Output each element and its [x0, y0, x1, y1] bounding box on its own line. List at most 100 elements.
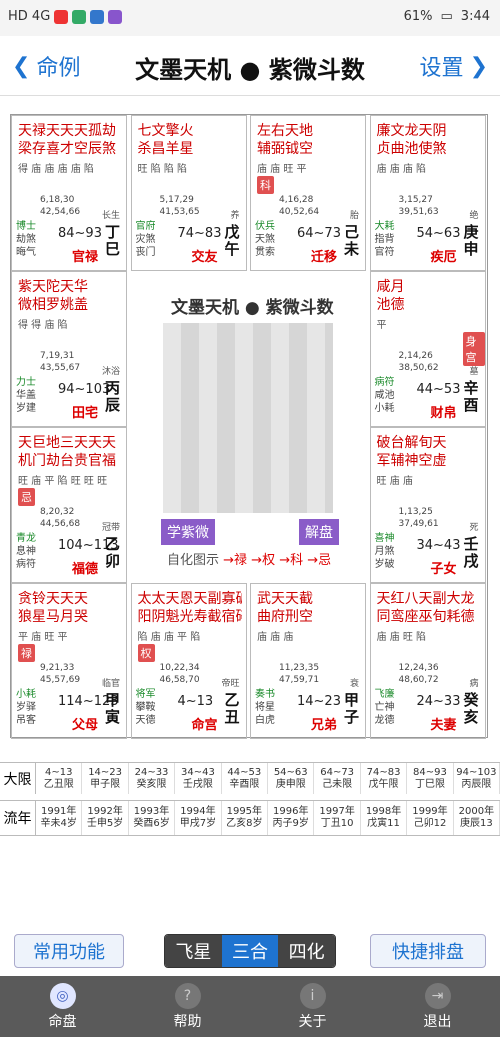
tab-feixing[interactable]: 飞星	[165, 935, 222, 967]
liunian-item[interactable]: 1991年 辛未4岁	[36, 801, 83, 835]
life-stage: 绝	[469, 211, 479, 221]
toolbar: 常用功能 飞星 三合 四化 快捷排盘	[0, 926, 500, 976]
tab-sihua[interactable]: 四化	[278, 935, 335, 967]
minor-stars: 博士 劫煞 晦气	[16, 221, 36, 258]
star-ranks: 旺 庙 平 陷 旺 旺 旺	[18, 476, 108, 487]
palace-cell[interactable]: 廉文龙天阴 贞曲池使煞庙 庙 庙 陷 3,15,27 39,51,63 绝大耗 指背 官符 5…	[369, 115, 486, 271]
nav-chart[interactable]: ◎ 命盘	[0, 976, 125, 1037]
daxian-item[interactable]: 64~73 己未限	[314, 763, 361, 794]
age-list: 9,21,33 45,57,69	[40, 663, 81, 685]
daxian-item[interactable]: 54~63 庚申限	[268, 763, 315, 794]
life-stage: 墓	[469, 367, 479, 377]
info-icon: i	[299, 982, 326, 1009]
palace-name: 兄弟	[310, 718, 337, 733]
liunian-item[interactable]: 2000年 庚辰13	[454, 801, 500, 835]
interpret-button[interactable]: 解盘	[299, 519, 339, 545]
liunian-item[interactable]: 1998年 戊寅11	[361, 801, 408, 835]
decade-range: 54~63	[416, 226, 461, 241]
minor-stars: 大耗 指背 官符	[374, 221, 395, 258]
daxian-item[interactable]: 34~43 壬戌限	[175, 763, 222, 794]
daxian-item[interactable]: 44~53 辛酉限	[222, 763, 269, 794]
palace-cell[interactable]: 太太天恩天副寡破天阳阴魁光寿截宿碎德陷 庙 庙 平 陷权10,22,3446,5…	[130, 583, 247, 739]
age-list: 1,13,25 37,49,61	[398, 507, 439, 529]
star-ranks: 旺 庙 庙	[376, 476, 413, 487]
life-stage: 临官	[101, 679, 120, 689]
nav-help[interactable]: ? 帮助	[125, 976, 250, 1037]
star-ranks: 庙 庙 旺 平	[257, 164, 307, 175]
minor-stars: 将军 攀鞍 天德	[135, 689, 156, 726]
star-ranks: 庙 庙 庙 陷	[376, 164, 427, 175]
life-stage: 病	[469, 679, 479, 689]
palace-name: 财帛	[430, 406, 457, 421]
chart-icon: ◎	[49, 982, 76, 1009]
chart-frame: 天禄天天天孤劫 梁存喜才空辰煞得 庙 庙 庙 庙 陷 6,18,30 42,54,66…	[10, 114, 488, 739]
star-ranks: 得 得 庙 陷	[18, 320, 68, 331]
palace-cell[interactable]: 天禄天天天孤劫 梁存喜才空辰煞得 庙 庙 庙 庙 陷 6,18,30 42,54,66…	[11, 115, 127, 271]
palace-cell[interactable]: 左右天地 辅弼钺空庙 庙 旺 平科 4,16,28 40,52,64 胎伏兵 天煞 贯索 64…	[250, 115, 366, 271]
daxian-item[interactable]: 4~13 乙丑限	[36, 763, 83, 794]
age-list: 12,24,36 48,60,72	[398, 663, 439, 685]
palace-cell[interactable]: 咸月 池德平身宫 2,14,26 38,50,62 墓病符 咸池 小耗 44~53 辛酉 财帛	[369, 271, 486, 427]
liunian-row: 流年 1991年 辛未4岁 1992年 壬申5岁 1993年 癸酉6岁 1994年 甲戌7岁 1…	[0, 800, 500, 836]
minor-stars: 小耗 岁驿 吊客	[16, 689, 36, 726]
ganzhi: 丁巳	[104, 223, 120, 258]
life-stage: 冠带	[101, 523, 120, 533]
daxian-label: 大限	[0, 763, 36, 794]
palace-name: 迁移	[310, 250, 337, 265]
age-list: 2,14,26 38,50,62	[398, 351, 439, 373]
nav-about[interactable]: i 关于	[250, 976, 375, 1037]
hua-tag: 忌	[18, 488, 35, 506]
palace-cell[interactable]: 紫天陀天华 微相罗姚盖得 得 庙 陷 7,19,31 43,55,67 沐浴 力士 华盖 岁建…	[11, 271, 127, 427]
battery-icon: ▭	[440, 9, 453, 24]
daxian-item[interactable]: 74~83 戊午限	[361, 763, 408, 794]
daxian-item[interactable]: 24~33 癸亥限	[129, 763, 176, 794]
ganzhi: 壬戌	[463, 535, 479, 570]
app-icon	[108, 9, 123, 24]
palace-cell[interactable]: 破台解旬天 军辅神空虚旺 庙 庙 1,13,25 37,49,61 死喜神 月煞 岁破 34~…	[369, 427, 486, 583]
liunian-item[interactable]: 1993年 癸酉6岁	[129, 801, 176, 835]
liunian-item[interactable]: 1999年 己卯12	[407, 801, 454, 835]
palace-cell[interactable]: 天红八天副大龙 同鸾座巫旬耗德庙 庙 旺 陷 12,24,36 48,60,72 病飞廉…	[369, 583, 486, 739]
palace-name: 命宫	[191, 718, 218, 733]
daxian-item[interactable]: 84~93 丁巳限	[407, 763, 454, 794]
common-functions-button[interactable]: 常用功能	[14, 934, 124, 968]
decade-range: 14~23	[297, 694, 341, 709]
header: ❮ 命例 文墨天机 ● 紫微斗数 设置 ❯	[0, 36, 500, 96]
palace-cell[interactable]: 天巨地三天天天 机门劫台贵官福旺 庙 平 陷 旺 旺 旺忌 8,20,32 44,56…	[11, 427, 127, 583]
liunian-item[interactable]: 1997年 丁丑10	[314, 801, 361, 835]
decade-range: 24~33	[416, 694, 461, 709]
palace-cell[interactable]: 七文擎火 杀昌羊星旺 陷 陷 陷 5,17,29 41,53,65 养官府 灾煞 丧门 74~…	[130, 115, 247, 271]
daxian-item[interactable]: 14~23 甲子限	[82, 763, 129, 794]
ganzhi: 甲子	[343, 691, 359, 726]
palace-name: 夫妻	[430, 718, 457, 733]
star-ranks: 平	[376, 320, 387, 331]
tab-sanhe[interactable]: 三合	[221, 935, 279, 967]
liunian-item[interactable]: 1995年 乙亥8岁	[222, 801, 269, 835]
blurred-info	[163, 323, 333, 513]
learn-ziwei-button[interactable]: 学紫微	[161, 519, 215, 545]
liunian-label: 流年	[0, 801, 36, 835]
life-stage: 衰	[349, 679, 359, 689]
ganzhi: 辛酉	[463, 379, 479, 414]
palace-cell[interactable]: 贪铃天天天 狼星马月哭平 庙 旺 平禄 9,21,33 45,57,69 临官 小耗 岁驿吊…	[11, 583, 127, 739]
settings-button[interactable]: 设置 ❯	[420, 50, 488, 82]
battery-level: 61%	[403, 9, 433, 24]
life-stage: 死	[469, 523, 479, 533]
life-stage: 沐浴	[101, 367, 120, 377]
decade-range: 74~83	[177, 226, 222, 241]
liunian-item[interactable]: 1996年 丙子9岁	[268, 801, 315, 835]
star-names: 廉文龙天阴 贞曲池使煞	[376, 123, 447, 157]
nav-exit[interactable]: ⇥ 退出	[375, 976, 500, 1037]
palace-cell[interactable]: 武天天截 曲府刑空庙 庙 庙 11,23,35 47,59,71 衰奏书 将星 白虎 14~2…	[250, 583, 366, 739]
age-list: 11,23,35 47,59,71	[279, 663, 320, 685]
star-names: 天巨地三天天天 机门劫台贵官福	[18, 435, 116, 469]
quick-chart-button[interactable]: 快捷排盘	[370, 934, 486, 968]
minor-stars: 伏兵 天煞 贯索	[255, 221, 275, 258]
liunian-item[interactable]: 1992年 壬申5岁	[82, 801, 129, 835]
app-icon	[72, 9, 87, 24]
star-ranks: 得 庙 庙 庙 庙 陷	[18, 164, 94, 175]
liunian-item[interactable]: 1994年 甲戌7岁	[175, 801, 222, 835]
star-ranks: 平 庙 旺 平	[18, 632, 68, 643]
star-names: 天禄天天天孤劫 梁存喜才空辰煞	[18, 123, 116, 157]
daxian-item[interactable]: 94~103 丙辰限	[454, 763, 500, 794]
